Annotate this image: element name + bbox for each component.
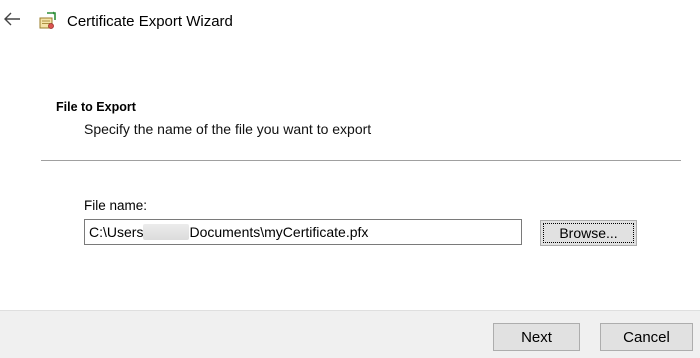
- file-name-value-suffix: Documents\myCertificate.pfx: [189, 224, 369, 240]
- window-title: Certificate Export Wizard: [67, 13, 233, 30]
- section-heading: File to Export: [56, 100, 136, 114]
- file-name-label: File name:: [84, 198, 148, 213]
- section-description: Specify the name of the file you want to…: [84, 121, 372, 137]
- certificate-wizard-icon: [39, 11, 56, 29]
- next-button[interactable]: Next: [493, 323, 580, 351]
- back-arrow-icon[interactable]: [4, 12, 20, 26]
- redacted-username: [143, 224, 190, 240]
- browse-button[interactable]: Browse...: [540, 220, 637, 246]
- file-name-input[interactable]: C:\Users Documents\myCertificate.pfx: [84, 219, 522, 245]
- title-bar: Certificate Export Wizard: [0, 0, 700, 44]
- file-name-value-prefix: C:\Users: [89, 224, 144, 240]
- divider: [41, 160, 681, 161]
- cancel-button[interactable]: Cancel: [600, 323, 693, 351]
- footer-bar: Next Cancel: [0, 310, 700, 358]
